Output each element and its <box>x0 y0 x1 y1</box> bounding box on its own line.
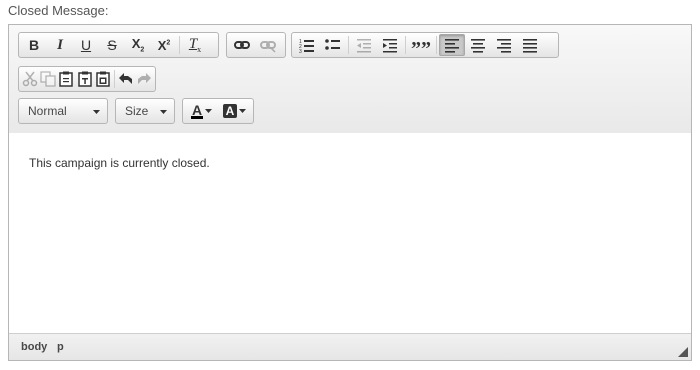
align-center-icon <box>471 39 485 53</box>
italic-icon: I <box>57 36 63 53</box>
links-group <box>226 32 286 58</box>
paste-text-button[interactable] <box>76 68 94 90</box>
clipboard-group <box>18 66 156 92</box>
toolbar-separator <box>113 70 115 88</box>
quote-icon: ”” <box>411 38 431 60</box>
unlink-icon <box>260 41 276 53</box>
bulleted-list-icon <box>325 39 340 50</box>
superscript-button[interactable]: X2 <box>151 34 177 56</box>
editor-statusbar: body p <box>9 333 691 360</box>
align-center-button[interactable] <box>465 34 491 56</box>
paragraph-group: 1 2 3 ”” <box>291 32 559 60</box>
text-color-button[interactable]: A <box>185 100 218 122</box>
increase-indent-icon <box>383 39 397 53</box>
blockquote-button[interactable]: ”” <box>408 34 434 60</box>
italic-button[interactable]: I <box>47 34 73 56</box>
format-dropdown-value: Normal <box>28 104 67 118</box>
bold-icon: B <box>28 37 40 53</box>
editor-toolbar: B I U S X2 X2 Tx 1 2 3 ”” Normal Size A … <box>9 25 691 134</box>
align-right-icon <box>497 39 511 53</box>
bulleted-list-button[interactable] <box>320 34 346 56</box>
paste-from-word-icon <box>96 71 110 87</box>
strikethrough-button[interactable]: S <box>99 34 125 56</box>
redo-icon <box>137 73 151 84</box>
text-color-icon: A <box>190 103 213 119</box>
align-left-button[interactable] <box>439 34 465 56</box>
remove-format-icon: Tx <box>188 35 202 54</box>
size-dropdown-value: Size <box>125 104 149 118</box>
size-dropdown[interactable]: Size <box>115 98 175 124</box>
paste-text-icon <box>77 71 92 87</box>
format-dropdown[interactable]: Normal <box>18 98 108 124</box>
superscript-icon: X2 <box>157 37 171 53</box>
scissors-icon <box>22 71 38 87</box>
copy-button[interactable] <box>39 68 57 90</box>
underline-button[interactable]: U <box>73 34 99 56</box>
basic-styles-group: B I U S X2 X2 Tx <box>18 32 219 58</box>
align-left-icon <box>445 39 459 53</box>
numbered-list-icon: 1 2 3 <box>299 39 314 53</box>
chevron-down-icon <box>160 110 167 114</box>
toolbar-separator <box>348 36 349 54</box>
chevron-down-icon <box>239 109 247 113</box>
elements-path-body[interactable]: body <box>21 341 47 353</box>
justify-button[interactable] <box>517 34 543 56</box>
decrease-indent-button[interactable] <box>351 34 377 56</box>
rich-text-editor: B I U S X2 X2 Tx 1 2 3 ”” Normal Size A … <box>8 24 692 361</box>
resize-handle-icon[interactable] <box>678 347 688 357</box>
link-icon <box>234 41 250 49</box>
svg-text:3: 3 <box>299 49 302 53</box>
field-label: Closed Message: <box>8 3 109 18</box>
background-color-button[interactable]: A <box>218 100 251 122</box>
subscript-button[interactable]: X2 <box>125 34 151 56</box>
background-color-icon: A <box>222 104 247 118</box>
align-right-button[interactable] <box>491 34 517 56</box>
paste-from-word-button[interactable] <box>94 68 112 90</box>
remove-format-button[interactable]: Tx <box>182 34 208 56</box>
undo-icon <box>118 73 132 84</box>
numbered-list-button[interactable]: 1 2 3 <box>294 34 320 56</box>
subscript-icon: X2 <box>131 35 145 54</box>
elements-path-p[interactable]: p <box>57 341 64 353</box>
editor-paragraph[interactable]: This campaign is currently closed. <box>29 156 210 170</box>
link-button[interactable] <box>229 34 255 56</box>
bold-button[interactable]: B <box>21 34 47 56</box>
cut-button[interactable] <box>21 68 39 90</box>
strikethrough-icon: S <box>107 37 117 53</box>
toolbar-separator <box>179 36 180 54</box>
chevron-down-icon <box>205 109 213 113</box>
increase-indent-button[interactable] <box>377 34 403 56</box>
undo-button[interactable] <box>117 68 135 90</box>
paste-icon <box>59 71 74 87</box>
toolbar-separator <box>436 36 437 54</box>
copy-icon <box>40 71 56 87</box>
toolbar-separator <box>405 36 406 54</box>
unlink-button[interactable] <box>255 34 281 56</box>
chevron-down-icon <box>93 110 100 114</box>
editor-content-area[interactable]: This campaign is currently closed. <box>9 133 691 333</box>
colors-group: A A <box>182 98 254 124</box>
justify-icon <box>523 39 537 53</box>
decrease-indent-icon <box>357 39 371 53</box>
underline-icon: U <box>80 37 92 53</box>
paste-button[interactable] <box>57 68 75 90</box>
redo-button[interactable] <box>135 68 153 90</box>
